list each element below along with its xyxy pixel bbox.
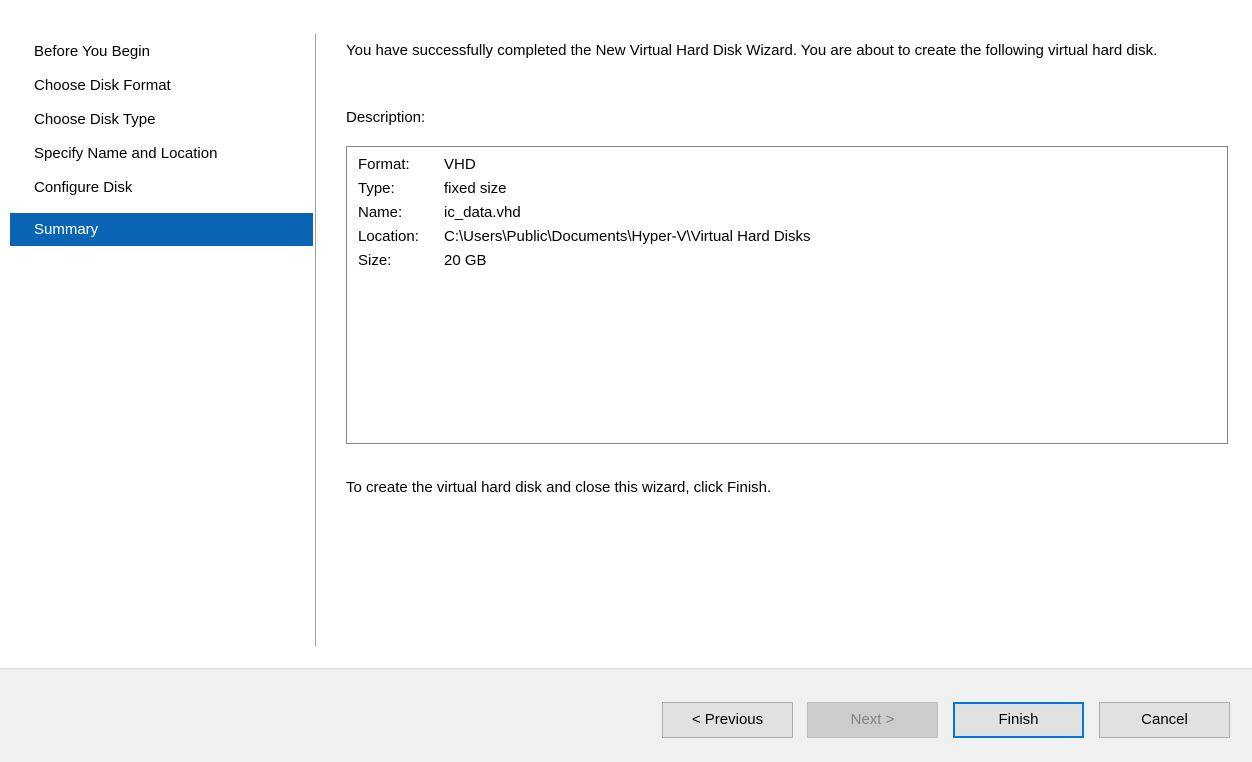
detail-row-type: Type: fixed size xyxy=(358,177,1227,201)
step-specify-name-and-location[interactable]: Specify Name and Location xyxy=(10,140,313,174)
next-button: Next > xyxy=(807,702,938,738)
detail-value: VHD xyxy=(444,156,476,173)
step-choose-disk-format[interactable]: Choose Disk Format xyxy=(10,72,313,106)
detail-value: C:\Users\Public\Documents\Hyper-V\Virtua… xyxy=(444,228,811,245)
wizard-steps-nav: Before You Begin Choose Disk Format Choo… xyxy=(10,38,313,246)
detail-value: fixed size xyxy=(444,180,507,197)
detail-key: Size: xyxy=(358,252,392,269)
detail-row-name: Name: ic_data.vhd xyxy=(358,201,1227,225)
description-label: Description: xyxy=(346,109,426,126)
detail-row-size: Size: 20 GB xyxy=(358,249,1227,273)
step-choose-disk-type[interactable]: Choose Disk Type xyxy=(10,106,313,140)
detail-key: Type: xyxy=(358,180,395,197)
step-before-you-begin[interactable]: Before You Begin xyxy=(10,38,313,72)
top-strip xyxy=(0,0,1252,10)
detail-row-location: Location: C:\Users\Public\Documents\Hype… xyxy=(358,225,1227,249)
detail-value: 20 GB xyxy=(444,252,487,269)
cancel-button[interactable]: Cancel xyxy=(1099,702,1230,738)
detail-value: ic_data.vhd xyxy=(444,204,521,221)
description-box[interactable]: Format: VHD Type: fixed size Name: ic_da… xyxy=(346,146,1228,444)
nav-separator xyxy=(315,34,316,646)
detail-key: Name: xyxy=(358,204,403,221)
detail-row-format: Format: VHD xyxy=(358,153,1227,177)
step-summary[interactable]: Summary xyxy=(10,213,313,246)
intro-text: You have successfully completed the New … xyxy=(346,42,1158,59)
detail-key: Location: xyxy=(358,228,419,245)
finish-hint-text: To create the virtual hard disk and clos… xyxy=(346,479,772,496)
button-bar: < Previous Next > Finish Cancel xyxy=(0,668,1252,762)
finish-button[interactable]: Finish xyxy=(953,702,1084,738)
step-configure-disk[interactable]: Configure Disk xyxy=(10,174,313,208)
detail-key: Format: xyxy=(358,156,410,173)
previous-button[interactable]: < Previous xyxy=(662,702,793,738)
